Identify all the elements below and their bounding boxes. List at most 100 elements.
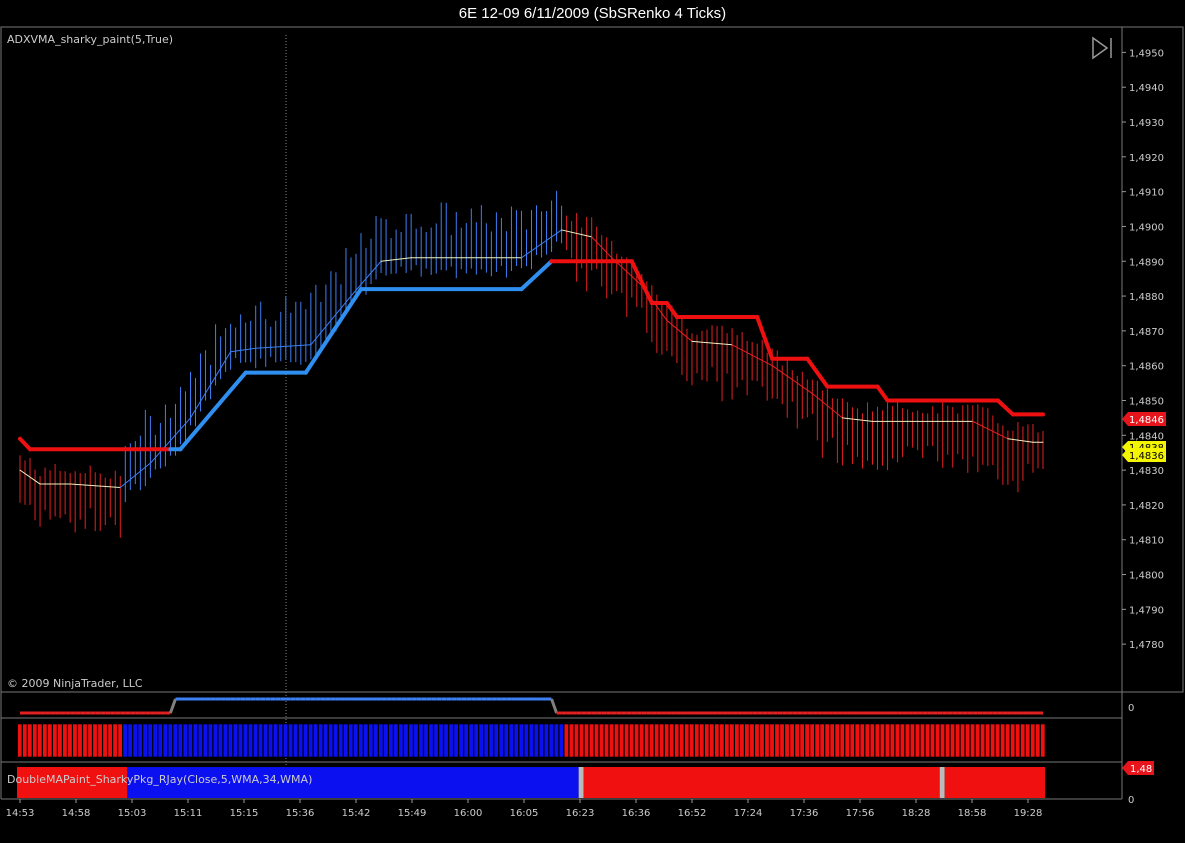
color-bar xyxy=(212,723,218,758)
y-tick-label: 1,4840 xyxy=(1129,431,1164,442)
color-bar xyxy=(859,723,865,758)
x-tick-label: 17:56 xyxy=(846,808,875,819)
color-bar xyxy=(864,723,870,758)
color-bar xyxy=(573,723,579,758)
color-bar xyxy=(423,723,429,758)
x-tick-label: 18:28 xyxy=(902,808,931,819)
color-bar xyxy=(854,723,860,758)
color-bar xyxy=(824,723,830,758)
panel4-value-tag: 1,48 xyxy=(1122,761,1154,775)
x-tick-label: 16:23 xyxy=(566,808,595,819)
color-bar xyxy=(764,723,770,758)
color-bar xyxy=(117,723,123,758)
color-bar xyxy=(644,723,650,758)
color-bar xyxy=(288,723,294,758)
color-bar xyxy=(744,723,750,758)
color-bar xyxy=(543,723,549,758)
moving-average-line xyxy=(666,319,693,342)
color-bar xyxy=(518,723,524,758)
color-bar xyxy=(127,723,133,758)
doublema-label: DoubleMAPaint_SharkyPkg_RJay(Close,5,WMA… xyxy=(7,773,312,786)
color-bar xyxy=(222,723,228,758)
color-bar xyxy=(829,723,835,758)
play-end-icon[interactable] xyxy=(1092,36,1112,60)
color-bar xyxy=(1040,723,1046,758)
color-bar xyxy=(619,723,625,758)
color-bar xyxy=(724,723,730,758)
color-bar xyxy=(192,723,198,758)
color-bar xyxy=(433,723,439,758)
x-tick-label: 15:03 xyxy=(118,808,147,819)
color-bar xyxy=(593,723,599,758)
color-bar xyxy=(649,723,655,758)
color-bar xyxy=(132,723,138,758)
y-tick-label: 1,4790 xyxy=(1129,605,1164,616)
state-line-segment xyxy=(169,698,177,714)
color-bar xyxy=(102,723,108,758)
y-tick-label: 1,4890 xyxy=(1129,257,1164,268)
color-bar xyxy=(278,723,284,758)
color-bar xyxy=(874,723,880,758)
color-bar xyxy=(844,723,850,758)
color-bar xyxy=(87,723,93,758)
color-bar xyxy=(553,723,559,758)
color-bar xyxy=(448,723,454,758)
color-bar xyxy=(624,723,630,758)
color-bar xyxy=(388,723,394,758)
color-bar xyxy=(308,723,314,758)
color-bar xyxy=(940,723,946,758)
y-tick-label: 1,4820 xyxy=(1129,501,1164,512)
color-bar xyxy=(22,723,28,758)
color-bar xyxy=(438,723,444,758)
color-bar xyxy=(834,723,840,758)
color-bar xyxy=(338,723,344,758)
color-bar xyxy=(318,723,324,758)
y-tick-label: 1,4800 xyxy=(1129,571,1164,582)
y-tick-label: 1,4870 xyxy=(1129,327,1164,338)
color-bar xyxy=(353,723,359,758)
color-bar xyxy=(263,723,269,758)
color-bar xyxy=(478,723,484,758)
adxvma-line xyxy=(875,384,890,403)
color-bar xyxy=(378,723,384,758)
color-bar xyxy=(709,723,715,758)
color-bar xyxy=(237,723,243,758)
chart-canvas[interactable]: 1,4950 1,4940 1,4930 1,4920 1,4910 1,4900 1,48… xyxy=(0,0,1185,843)
color-bar xyxy=(428,723,434,758)
color-bar xyxy=(1035,723,1041,758)
color-bar xyxy=(393,723,399,758)
color-bar xyxy=(523,723,529,758)
color-bar xyxy=(884,723,890,758)
color-bar xyxy=(1005,723,1011,758)
color-bar xyxy=(373,723,379,758)
x-axis: 14:53 14:58 15:03 15:11 15:15 15:36 15:42 15:49… xyxy=(6,799,1042,819)
color-bar xyxy=(413,723,419,758)
color-bar xyxy=(47,723,53,758)
color-bar xyxy=(152,723,158,758)
color-bar xyxy=(629,723,635,758)
color-bar xyxy=(894,723,900,758)
color-bar xyxy=(343,723,349,758)
color-bar xyxy=(985,723,991,758)
color-bar xyxy=(909,723,915,758)
color-bar xyxy=(769,723,775,758)
color-bar xyxy=(659,723,665,758)
color-bar xyxy=(252,723,258,758)
color-bar xyxy=(32,723,38,758)
color-bar xyxy=(1010,723,1016,758)
color-bar xyxy=(849,723,855,758)
color-bar xyxy=(533,723,539,758)
x-tick-label: 18:58 xyxy=(958,808,987,819)
x-tick-label: 15:11 xyxy=(174,808,203,819)
color-bar xyxy=(789,723,795,758)
doublema-block xyxy=(944,767,1046,798)
color-bar xyxy=(1030,723,1036,758)
panel4-zero-label: 0 xyxy=(1128,795,1134,806)
color-bar xyxy=(548,723,554,758)
color-bar xyxy=(719,723,725,758)
color-bar xyxy=(418,723,424,758)
color-bar xyxy=(995,723,1001,758)
x-tick-label: 14:53 xyxy=(6,808,35,819)
moving-average-line xyxy=(190,351,232,419)
color-bar xyxy=(839,723,845,758)
